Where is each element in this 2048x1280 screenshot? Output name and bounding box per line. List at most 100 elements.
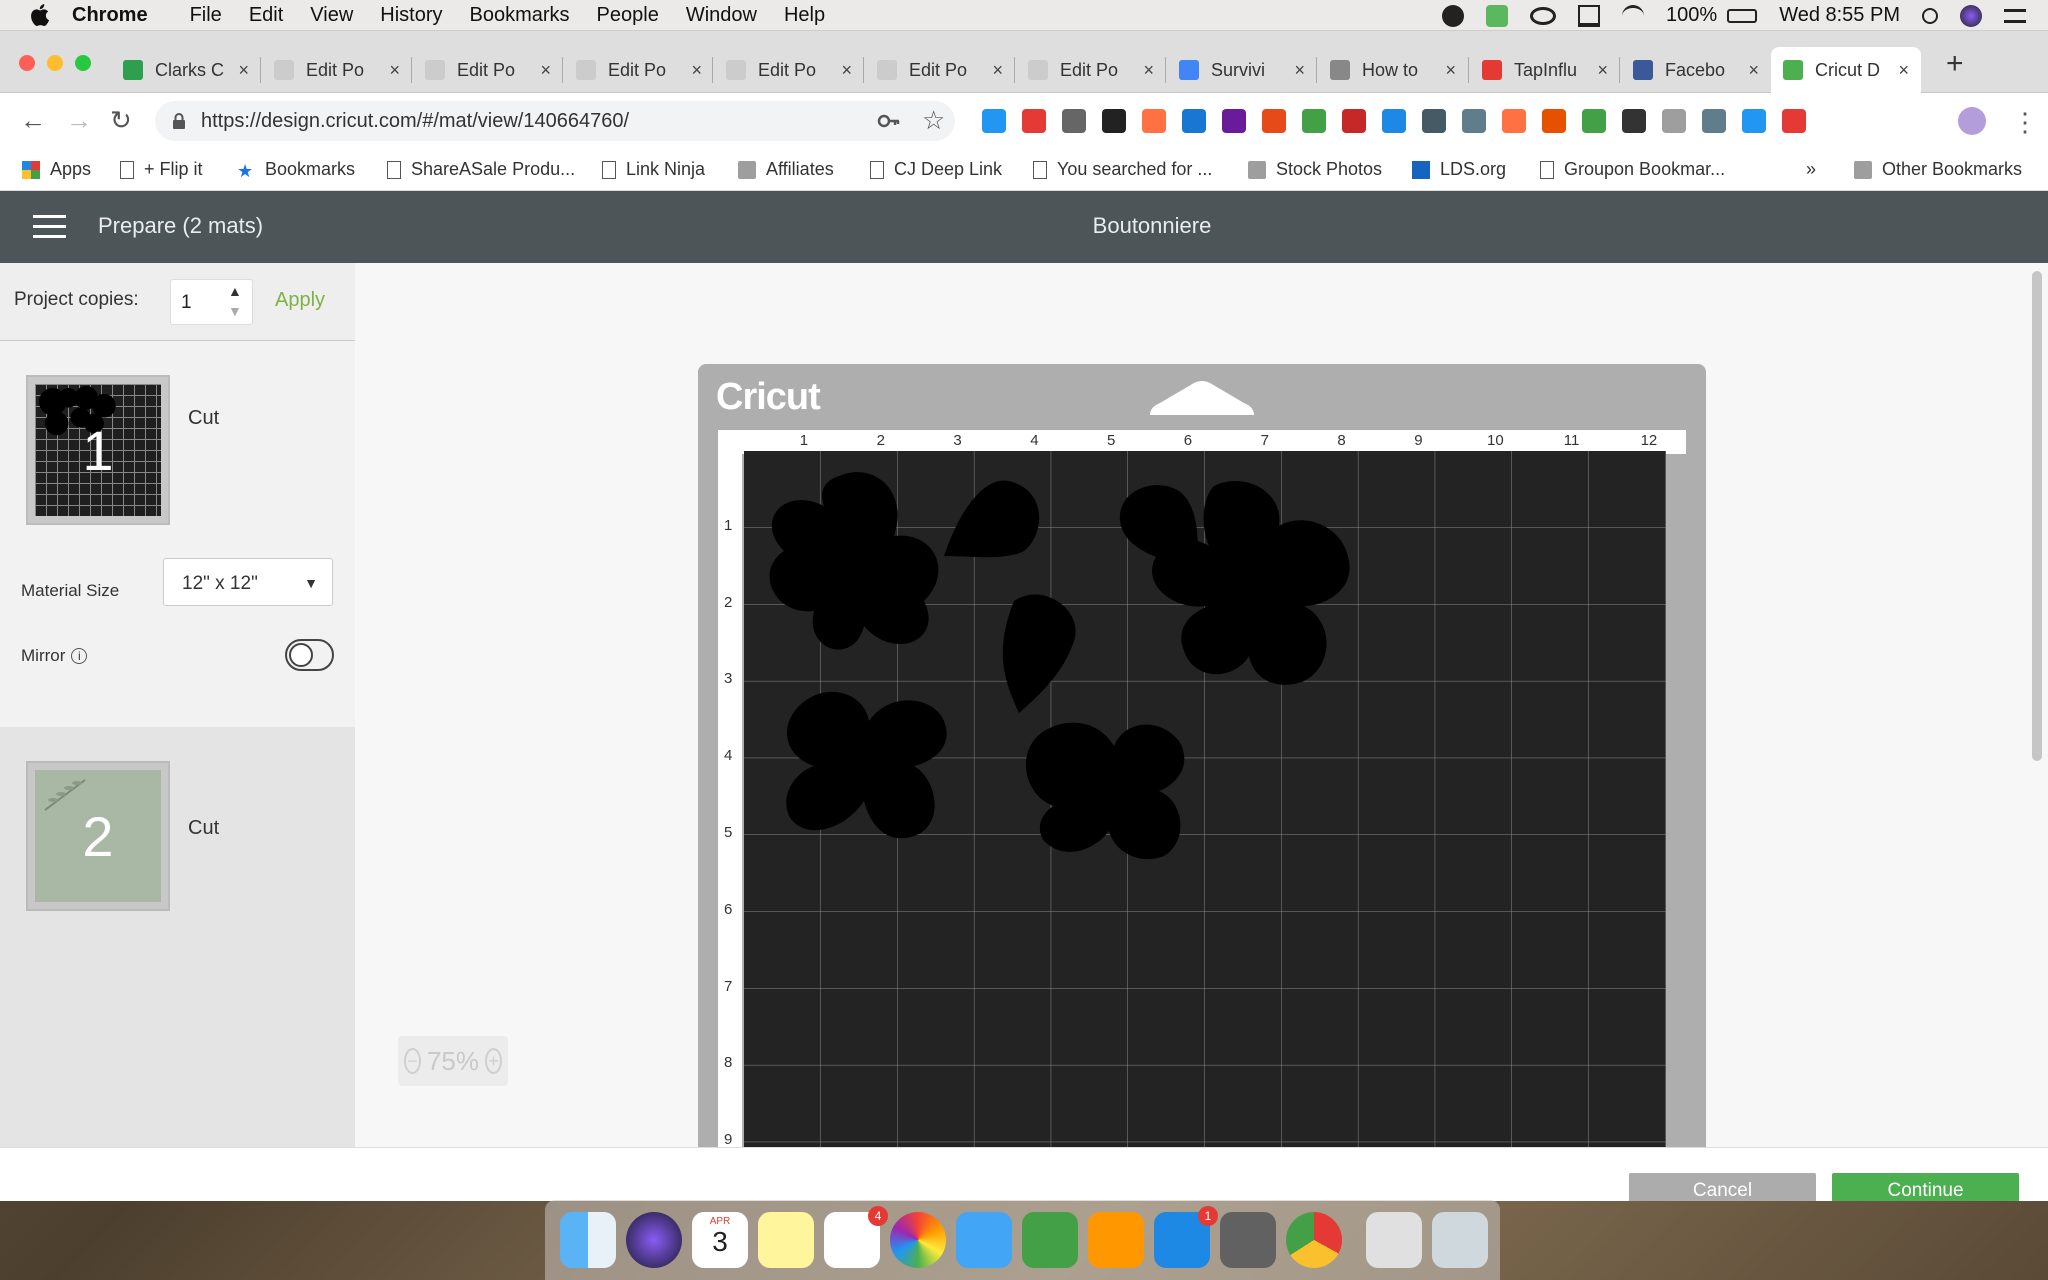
mat-thumbnail-2[interactable]: 2 xyxy=(26,761,170,911)
extension-icon[interactable] xyxy=(1462,109,1486,133)
extension-icon[interactable] xyxy=(1382,109,1406,133)
tab-close-icon[interactable]: × xyxy=(389,60,400,81)
back-arrow-icon[interactable]: ← xyxy=(20,105,46,136)
bookmark-item[interactable]: » xyxy=(1806,159,1816,180)
browser-tab[interactable]: Clarks C × xyxy=(111,47,261,93)
tab-close-icon[interactable]: × xyxy=(1143,60,1154,81)
battery-icon[interactable] xyxy=(1727,8,1758,23)
bookmark-item[interactable]: Affiliates xyxy=(738,159,834,180)
mirror-toggle[interactable] xyxy=(285,639,334,671)
extension-icon[interactable] xyxy=(1702,109,1726,133)
tab-close-icon[interactable]: × xyxy=(691,60,702,81)
mat-preview-area[interactable]: Cricut 0123456789101112 123456789 xyxy=(355,263,2048,1164)
clock[interactable]: Wed 8:55 PM xyxy=(1779,4,1900,27)
close-window-button[interactable] xyxy=(19,55,35,71)
calculator-icon[interactable] xyxy=(1220,1212,1276,1268)
screenshot-icon[interactable] xyxy=(1366,1212,1422,1268)
tab-close-icon[interactable]: × xyxy=(841,60,852,81)
browser-tab[interactable]: Edit Po × xyxy=(413,47,563,93)
status-app-icon[interactable] xyxy=(1442,4,1465,27)
browser-tab[interactable]: Edit Po × xyxy=(1016,47,1166,93)
extension-icon[interactable] xyxy=(1742,109,1766,133)
extension-icon[interactable] xyxy=(1542,109,1566,133)
browser-tab[interactable]: How to × xyxy=(1318,47,1468,93)
browser-tab[interactable]: Facebo × xyxy=(1621,47,1771,93)
zoom-in-icon[interactable]: + xyxy=(485,1048,502,1074)
tab-close-icon[interactable]: × xyxy=(540,60,551,81)
menu-file[interactable]: File xyxy=(190,4,222,27)
profile-avatar[interactable] xyxy=(1958,107,1986,135)
new-tab-button[interactable]: + xyxy=(1946,47,1964,81)
mat-thumbnail-1[interactable]: 1 xyxy=(26,375,170,525)
browser-tab[interactable]: Survivi × xyxy=(1167,47,1317,93)
bookmark-item[interactable]: You searched for ... xyxy=(1033,159,1212,180)
minimize-window-button[interactable] xyxy=(47,55,63,71)
chrome-icon[interactable] xyxy=(1286,1212,1342,1268)
copies-increment-icon[interactable]: ▲ xyxy=(228,283,242,299)
browser-tab[interactable]: Cricut D × xyxy=(1771,47,1921,93)
bookmark-item[interactable]: Apps xyxy=(22,159,91,180)
extension-icon[interactable] xyxy=(982,109,1006,133)
tab-close-icon[interactable]: × xyxy=(238,60,249,81)
extension-icon[interactable] xyxy=(1582,109,1606,133)
spotlight-search-icon[interactable] xyxy=(1922,7,1938,24)
info-icon[interactable]: i xyxy=(71,648,88,664)
trash-icon[interactable] xyxy=(1432,1212,1488,1268)
extension-icon[interactable] xyxy=(1142,109,1166,133)
address-bar[interactable]: https://design.cricut.com/#/mat/view/140… xyxy=(155,101,955,141)
airplay-icon[interactable] xyxy=(1578,4,1601,27)
bookmark-item[interactable]: LDS.org xyxy=(1412,159,1506,180)
extension-icon[interactable] xyxy=(1342,109,1366,133)
menu-window[interactable]: Window xyxy=(686,4,757,27)
menu-help[interactable]: Help xyxy=(784,4,825,27)
siri-icon[interactable] xyxy=(1960,4,1982,27)
cricut-status-icon[interactable] xyxy=(1486,4,1509,27)
extension-icon[interactable] xyxy=(1062,109,1086,133)
cut-grid[interactable] xyxy=(744,451,1666,1164)
continue-button[interactable]: Continue xyxy=(1832,1173,2019,1201)
reminders-icon[interactable]: 4 xyxy=(824,1206,888,1268)
messages-icon[interactable] xyxy=(956,1212,1012,1268)
extension-icon[interactable] xyxy=(1102,109,1126,133)
extension-icon[interactable] xyxy=(1262,109,1286,133)
tab-close-icon[interactable]: × xyxy=(992,60,1003,81)
browser-tab[interactable]: Edit Po × xyxy=(564,47,714,93)
extension-icon[interactable] xyxy=(1182,109,1206,133)
extension-icon[interactable] xyxy=(1422,109,1446,133)
photos-icon[interactable] xyxy=(890,1212,946,1268)
menu-bookmarks[interactable]: Bookmarks xyxy=(470,4,570,27)
mat-panel-1[interactable]: 1 Cut Material Size 12" x 12" ▼ Mirror i xyxy=(0,341,355,727)
extension-icon[interactable] xyxy=(1622,109,1646,133)
extension-icon[interactable] xyxy=(1222,109,1246,133)
chrome-menu-icon[interactable]: ⋮ xyxy=(2012,107,2038,138)
mat-panel-2[interactable]: 2 Cut xyxy=(0,727,355,1147)
creative-cloud-icon[interactable] xyxy=(1530,6,1557,25)
calendar-icon[interactable]: APR 3 xyxy=(692,1212,748,1268)
vertical-scrollbar[interactable] xyxy=(2032,271,2042,761)
material-size-select[interactable]: 12" x 12" ▼ xyxy=(163,558,333,606)
bookmark-star-icon[interactable]: ☆ xyxy=(922,105,945,136)
bookmark-item[interactable]: Stock Photos xyxy=(1248,159,1382,180)
tab-close-icon[interactable]: × xyxy=(1748,60,1759,81)
zoom-out-icon[interactable]: − xyxy=(404,1048,421,1074)
tab-close-icon[interactable]: × xyxy=(1294,60,1305,81)
extension-icon[interactable] xyxy=(1302,109,1326,133)
pages-icon[interactable] xyxy=(1088,1212,1144,1268)
bookmark-item[interactable]: Groupon Bookmar... xyxy=(1540,159,1725,180)
app-store-icon[interactable]: 1 xyxy=(1154,1206,1218,1268)
copies-decrement-icon[interactable]: ▼ xyxy=(228,303,242,319)
tab-close-icon[interactable]: × xyxy=(1445,60,1456,81)
zoom-window-button[interactable] xyxy=(75,55,91,71)
menu-people[interactable]: People xyxy=(597,4,659,27)
tab-close-icon[interactable]: × xyxy=(1597,60,1608,81)
menu-view[interactable]: View xyxy=(310,4,353,27)
wifi-icon[interactable] xyxy=(1622,4,1645,27)
extension-icon[interactable] xyxy=(1022,109,1046,133)
tab-close-icon[interactable]: × xyxy=(1898,60,1909,81)
extension-icon[interactable] xyxy=(1502,109,1526,133)
menu-app-name[interactable]: Chrome xyxy=(72,4,148,27)
reload-icon[interactable]: ↻ xyxy=(110,105,132,136)
bookmark-item[interactable]: Link Ninja xyxy=(602,159,705,180)
cancel-button[interactable]: Cancel xyxy=(1629,1173,1816,1201)
facetime-icon[interactable] xyxy=(1022,1212,1078,1268)
